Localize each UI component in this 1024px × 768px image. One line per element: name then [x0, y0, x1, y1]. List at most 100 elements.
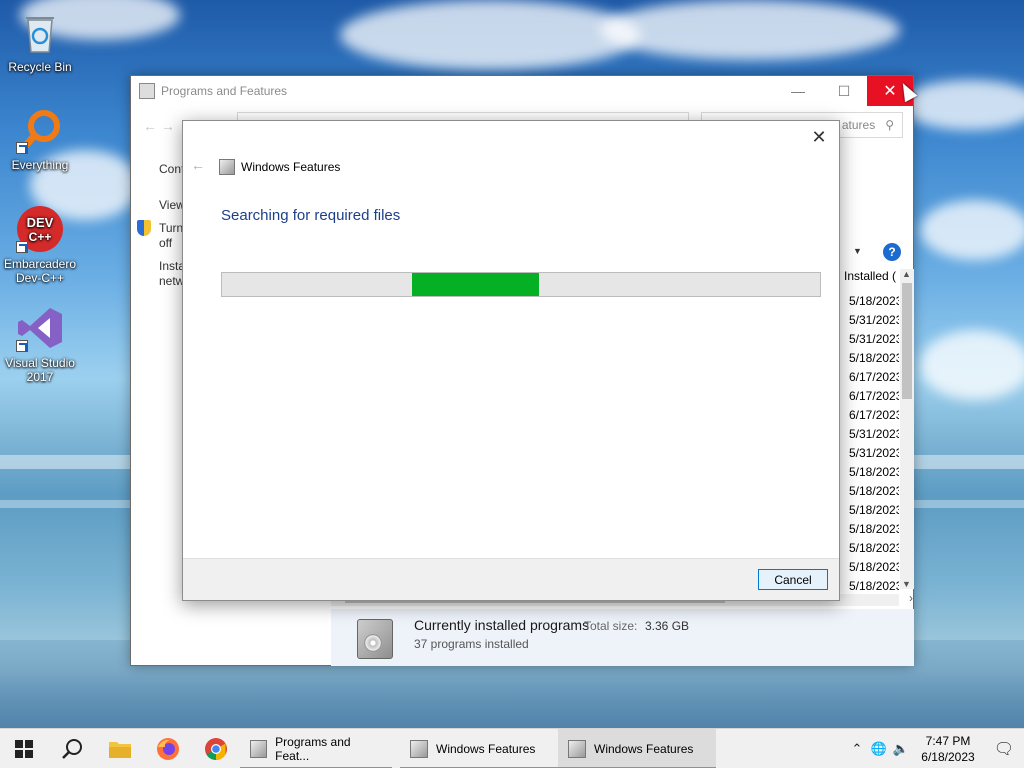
desktop-icon-label: Embarcadero Dev-C++: [3, 257, 77, 285]
shortcut-arrow-icon: [16, 142, 28, 154]
chrome-button[interactable]: [192, 729, 240, 768]
chrome-icon: [205, 737, 227, 760]
table-row-installed-date[interactable]: 5/31/2023: [849, 444, 899, 463]
taskbar-app-windows-features[interactable]: Windows Features: [400, 729, 558, 768]
search-icon: ⚲: [885, 118, 894, 132]
svg-text:C++: C++: [29, 230, 52, 244]
folder-icon: [109, 741, 131, 758]
table-row-installed-date[interactable]: 5/18/2023: [849, 539, 899, 558]
table-row-installed-date[interactable]: 6/17/2023: [849, 406, 899, 425]
speaker-muted-icon[interactable]: 🔈: [890, 741, 912, 757]
total-size-label: Total size:: [584, 619, 638, 633]
taskbar-app-windows-features-active[interactable]: Windows Features: [558, 728, 716, 768]
total-size-value: 3.36 GB: [645, 619, 690, 633]
shortcut-arrow-icon: [16, 340, 28, 352]
back-arrow-icon[interactable]: ←: [191, 157, 205, 173]
table-row-installed-date[interactable]: 5/18/2023: [849, 482, 899, 501]
programs-features-icon: [139, 83, 155, 99]
taskbar: Programs and Feat... Windows Features Wi…: [0, 728, 1024, 768]
minimize-button[interactable]: —: [775, 76, 821, 106]
progress-bar: [221, 272, 821, 297]
installed-dates-list: 5/18/2023 5/31/2023 5/31/2023 5/18/2023 6/17…: [849, 292, 899, 596]
desktop-icon-label: Everything: [11, 158, 69, 172]
close-icon[interactable]: ✕: [809, 127, 829, 147]
show-hidden-icons-chevron-icon[interactable]: ⌃: [846, 741, 868, 757]
desktop-icon-label: Recycle Bin: [8, 60, 72, 74]
system-tray: ⌃ 🌐 🔈 7:47 PM 6/18/2023 🗨: [846, 729, 1024, 768]
clock-time: 7:47 PM: [925, 734, 971, 748]
scroll-right-icon[interactable]: ›: [909, 591, 913, 605]
table-row-installed-date[interactable]: 5/18/2023: [849, 558, 899, 577]
help-symbol: ?: [888, 245, 896, 259]
taskbar-app-programs-features[interactable]: Programs and Feat...: [240, 729, 392, 768]
start-button[interactable]: [0, 729, 48, 768]
dialog-footer: Cancel: [183, 558, 839, 600]
network-globe-icon[interactable]: 🌐: [868, 741, 890, 757]
table-row-installed-date[interactable]: 5/18/2023: [849, 292, 899, 311]
desktop-icon-everything[interactable]: Everything: [2, 106, 78, 172]
view-options-chevron-icon[interactable]: ▼: [853, 246, 862, 256]
uac-shield-icon: [137, 220, 151, 236]
desktop-icon-label: Visual Studio 2017: [5, 356, 75, 384]
table-row-installed-date[interactable]: 5/31/2023: [849, 330, 899, 349]
table-row-installed-date[interactable]: 5/18/2023: [849, 501, 899, 520]
vertical-scrollbar[interactable]: ▲ ▼: [900, 269, 914, 589]
link-line: Turn: [159, 221, 184, 235]
dev-cpp-icon: DEV C++: [16, 205, 64, 253]
column-header-installed-on[interactable]: Installed (: [844, 269, 896, 283]
scrollbar-thumb[interactable]: [902, 283, 912, 399]
windows-features-dialog: ✕ ← Windows Features Searching for requi…: [182, 120, 840, 601]
program-count: 37 programs installed: [414, 637, 529, 651]
search-placeholder: atures: [841, 118, 876, 132]
clock-date: 6/18/2023: [921, 750, 975, 764]
help-icon[interactable]: ?: [883, 243, 901, 261]
search-button[interactable]: [48, 729, 96, 768]
taskbar-app-label: Windows Features: [436, 741, 536, 756]
desktop-icon-dev-cpp[interactable]: DEV C++ Embarcadero Dev-C++: [2, 205, 78, 285]
programs-features-icon: [250, 739, 268, 758]
details-pane: Currently installed programs Total size:…: [331, 609, 914, 666]
table-row-installed-date[interactable]: 5/18/2023: [849, 463, 899, 482]
table-row-installed-date[interactable]: 5/18/2023: [849, 349, 899, 368]
window-title: Programs and Features: [161, 84, 288, 98]
details-title: Currently installed programs: [414, 617, 590, 633]
taskbar-app-label: Windows Features: [594, 741, 694, 756]
cancel-button[interactable]: Cancel: [758, 569, 828, 590]
search-icon: [62, 738, 82, 759]
scroll-up-icon[interactable]: ▲: [902, 269, 911, 279]
taskbar-app-label: Programs and Feat...: [275, 734, 351, 763]
desktop-icon-recycle-bin[interactable]: Recycle Bin: [2, 8, 78, 74]
windows-features-icon: [219, 159, 235, 175]
svg-text:DEV: DEV: [27, 215, 54, 230]
table-row-installed-date[interactable]: 5/18/2023: [849, 520, 899, 539]
desktop-icon-visual-studio[interactable]: Visual Studio 2017: [2, 304, 78, 384]
turn-windows-features-link[interactable]: Turn off: [159, 221, 183, 251]
link-line: off: [159, 236, 173, 250]
table-row-installed-date[interactable]: 6/17/2023: [849, 368, 899, 387]
dialog-title: Windows Features: [241, 160, 341, 174]
recycle-bin-icon: [16, 8, 64, 56]
control-panel-home-link[interactable]: Cont: [159, 162, 184, 177]
file-explorer-button[interactable]: [96, 729, 144, 768]
window-controls: — ☐ ✕: [775, 76, 913, 106]
everything-search-icon: [16, 106, 64, 154]
table-row-installed-date[interactable]: 5/31/2023: [849, 311, 899, 330]
status-text: Searching for required files: [221, 207, 401, 224]
windows-features-icon: [410, 739, 428, 758]
windows-features-icon: [568, 739, 586, 758]
scroll-down-icon[interactable]: ▼: [902, 579, 911, 589]
table-row-installed-date[interactable]: 6/17/2023: [849, 387, 899, 406]
back-forward-icon[interactable]: ← →: [143, 118, 175, 134]
view-installed-updates-link[interactable]: View: [159, 198, 185, 213]
maximize-button[interactable]: ☐: [821, 76, 867, 106]
progress-bar-fill: [412, 273, 539, 296]
installed-programs-icon: [357, 619, 393, 659]
firefox-icon: [157, 737, 179, 760]
visual-studio-icon: [16, 304, 64, 352]
clock[interactable]: 7:47 PM 6/18/2023: [912, 733, 984, 765]
notification-center-icon[interactable]: 🗨: [984, 739, 1024, 759]
table-row-installed-date[interactable]: 5/31/2023: [849, 425, 899, 444]
windows-logo-icon: [15, 739, 33, 758]
firefox-button[interactable]: [144, 729, 192, 768]
shortcut-arrow-icon: [16, 241, 28, 253]
